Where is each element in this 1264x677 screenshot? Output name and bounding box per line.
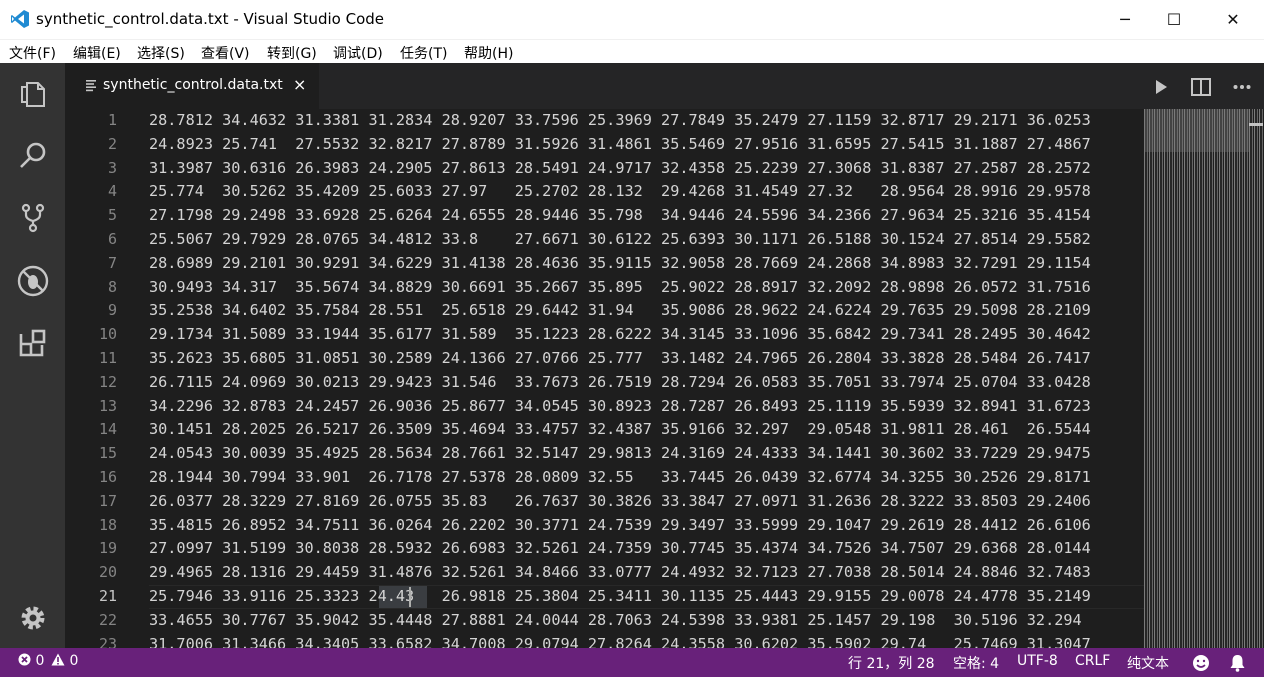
scrollbar-cursor-marker bbox=[1249, 123, 1263, 126]
line-number: 4 bbox=[107, 182, 117, 201]
line-number: 18 bbox=[98, 515, 117, 534]
menu-help[interactable]: 帮助(H) bbox=[464, 43, 513, 63]
search-icon[interactable] bbox=[15, 138, 51, 174]
line-number: 9 bbox=[107, 301, 117, 320]
line-number: 13 bbox=[98, 396, 117, 415]
line-number: 3 bbox=[107, 158, 117, 177]
code-line[interactable]: 31.3987 30.6316 26.3983 24.2905 27.8613 … bbox=[149, 157, 1091, 181]
code-line[interactable]: 25.774 30.5262 35.4209 25.6033 27.97 25.… bbox=[149, 180, 1091, 204]
line-number-gutter: 1 2 3 4 5 6 7 8 9 10 11 12 13 14 15 16 17 18 19 20 21 22 23 bbox=[65, 109, 117, 648]
line-number: 19 bbox=[98, 539, 117, 558]
line-number: 22 bbox=[98, 610, 117, 629]
files-icon[interactable] bbox=[15, 75, 51, 111]
line-number: 15 bbox=[98, 444, 117, 463]
code-line[interactable]: 28.6989 29.2101 30.9291 34.6229 31.4138 … bbox=[149, 252, 1091, 276]
debug-icon[interactable] bbox=[15, 263, 51, 299]
line-number: 21 bbox=[98, 587, 117, 605]
menu-go[interactable]: 转到(G) bbox=[267, 43, 317, 63]
line-number: 8 bbox=[107, 277, 117, 296]
errors-indicator[interactable]: 0 bbox=[18, 653, 44, 669]
indentation[interactable]: 空格: 4 bbox=[953, 653, 999, 673]
code-content[interactable]: 28.7812 34.4632 31.3381 31.2834 28.9207 … bbox=[149, 109, 1141, 648]
code-line[interactable]: 35.2623 35.6805 31.0851 30.2589 24.1366 … bbox=[149, 347, 1091, 371]
warning-icon bbox=[51, 653, 65, 666]
source-control-icon[interactable] bbox=[15, 200, 51, 236]
menu-selection[interactable]: 选择(S) bbox=[137, 43, 185, 63]
title-bar: synthetic_control.data.txt - Visual Stud… bbox=[0, 0, 1264, 39]
close-window-button[interactable]: ✕ bbox=[1210, 0, 1256, 39]
code-line[interactable]: 27.1798 29.2498 33.6928 25.6264 24.6555 … bbox=[149, 204, 1091, 228]
error-count: 0 bbox=[35, 653, 45, 669]
line-number: 5 bbox=[107, 206, 117, 225]
run-icon[interactable] bbox=[1149, 75, 1173, 99]
cursor-position[interactable]: 行 21，列 28 bbox=[848, 653, 935, 673]
code-line[interactable]: 26.7115 24.0969 30.0213 29.9423 31.546 3… bbox=[149, 371, 1091, 395]
activity-bar bbox=[0, 63, 65, 648]
maximize-button[interactable]: ☐ bbox=[1151, 0, 1197, 39]
close-tab-icon[interactable]: × bbox=[293, 75, 306, 94]
split-editor-icon[interactable] bbox=[1189, 75, 1213, 99]
menu-tasks[interactable]: 任务(T) bbox=[400, 43, 447, 63]
line-number: 17 bbox=[98, 491, 117, 510]
line-number: 23 bbox=[98, 634, 117, 648]
line-number: 1 bbox=[107, 111, 117, 129]
more-icon[interactable] bbox=[1230, 75, 1254, 99]
menu-debug[interactable]: 调试(D) bbox=[333, 43, 383, 63]
tab-bar: synthetic_control.data.txt × bbox=[65, 63, 1264, 109]
code-line[interactable]: 34.2296 32.8783 24.2457 26.9036 25.8677 … bbox=[149, 395, 1091, 419]
notifications-bell-icon[interactable] bbox=[1229, 654, 1246, 676]
window-title: synthetic_control.data.txt - Visual Stud… bbox=[36, 10, 385, 28]
file-text-icon bbox=[86, 80, 96, 92]
code-line[interactable]: 31.7006 31.3466 34.3405 33.6582 34.7008 … bbox=[149, 633, 1091, 648]
line-number: 7 bbox=[107, 253, 117, 272]
line-number: 6 bbox=[107, 230, 117, 248]
minimap[interactable] bbox=[1144, 109, 1264, 648]
warning-count: 0 bbox=[69, 653, 79, 669]
line-number: 12 bbox=[98, 372, 117, 391]
code-line[interactable]: 35.4815 26.8952 34.7511 36.0264 26.2202 … bbox=[149, 514, 1091, 538]
error-icon bbox=[18, 653, 31, 666]
code-line[interactable]: 29.4965 28.1316 29.4459 31.4876 32.5261 … bbox=[149, 561, 1091, 585]
line-number: 20 bbox=[98, 563, 117, 582]
code-line[interactable]: 29.1734 31.5089 33.1944 35.6177 31.589 3… bbox=[149, 323, 1091, 347]
menu-edit[interactable]: 编辑(E) bbox=[73, 43, 121, 63]
code-line[interactable]: 33.4655 30.7767 35.9042 35.4448 27.8881 … bbox=[149, 609, 1082, 633]
end-of-line[interactable]: CRLF bbox=[1075, 653, 1110, 669]
code-line[interactable]: 30.9493 34.317 35.5674 34.8829 30.6691 3… bbox=[149, 276, 1091, 300]
line-number: 2 bbox=[107, 134, 117, 153]
code-line[interactable]: 27.0997 31.5199 30.8038 28.5932 26.6983 … bbox=[149, 537, 1091, 561]
code-line[interactable]: 28.1944 30.7994 33.901 26.7178 27.5378 2… bbox=[149, 466, 1091, 490]
menu-file[interactable]: 文件(F) bbox=[9, 43, 56, 63]
feedback-icon[interactable] bbox=[1192, 654, 1210, 676]
encoding[interactable]: UTF-8 bbox=[1017, 653, 1058, 669]
editor[interactable]: 1 2 3 4 5 6 7 8 9 10 11 12 13 14 15 16 17 18 19 20 21 22 23 28… bbox=[65, 109, 1264, 648]
code-line[interactable]: 25.5067 29.7929 28.0765 34.4812 33.8 27.… bbox=[149, 228, 1091, 252]
line-number: 16 bbox=[98, 468, 117, 486]
code-line[interactable]: 30.1451 28.2025 26.5217 26.3509 35.4694 … bbox=[149, 418, 1091, 442]
status-bar: 0 0 行 21，列 28 空格: 4 UTF-8 CRLF 纯文本 bbox=[0, 648, 1264, 677]
warnings-indicator[interactable]: 0 bbox=[51, 653, 78, 669]
menu-view[interactable]: 查看(V) bbox=[201, 43, 250, 63]
code-line[interactable]: 28.7812 34.4632 31.3381 31.2834 28.9207 … bbox=[149, 109, 1091, 133]
code-line[interactable]: 24.8923 25.741 27.5532 32.8217 27.8789 3… bbox=[149, 133, 1091, 157]
line-number: 10 bbox=[98, 325, 117, 344]
minimap-slider[interactable] bbox=[1144, 109, 1249, 152]
minimize-button[interactable]: ─ bbox=[1102, 0, 1148, 39]
line-number: 14 bbox=[98, 420, 117, 439]
tab-label: synthetic_control.data.txt bbox=[103, 77, 283, 93]
menu-bar: 文件(F) 编辑(E) 选择(S) 查看(V) 转到(G) 调试(D) 任务(T… bbox=[0, 39, 1264, 64]
tab-synthetic-control[interactable]: synthetic_control.data.txt × bbox=[65, 63, 319, 109]
code-line[interactable]: 24.0543 30.0039 35.4925 28.5634 28.7661 … bbox=[149, 442, 1091, 466]
line-number: 11 bbox=[98, 349, 117, 367]
text-cursor bbox=[409, 587, 411, 607]
code-line[interactable]: 35.2538 34.6402 35.7584 28.551 25.6518 2… bbox=[149, 299, 1091, 323]
extensions-icon[interactable] bbox=[15, 325, 51, 361]
gear-icon[interactable] bbox=[15, 600, 51, 636]
code-line[interactable]: 26.0377 28.3229 27.8169 26.0755 35.83 26… bbox=[149, 490, 1091, 514]
language-mode[interactable]: 纯文本 bbox=[1127, 653, 1169, 673]
code-line[interactable]: 25.7946 33.9116 25.3323 24.43 26.9818 25… bbox=[149, 585, 1091, 609]
vscode-logo-icon bbox=[11, 10, 29, 28]
